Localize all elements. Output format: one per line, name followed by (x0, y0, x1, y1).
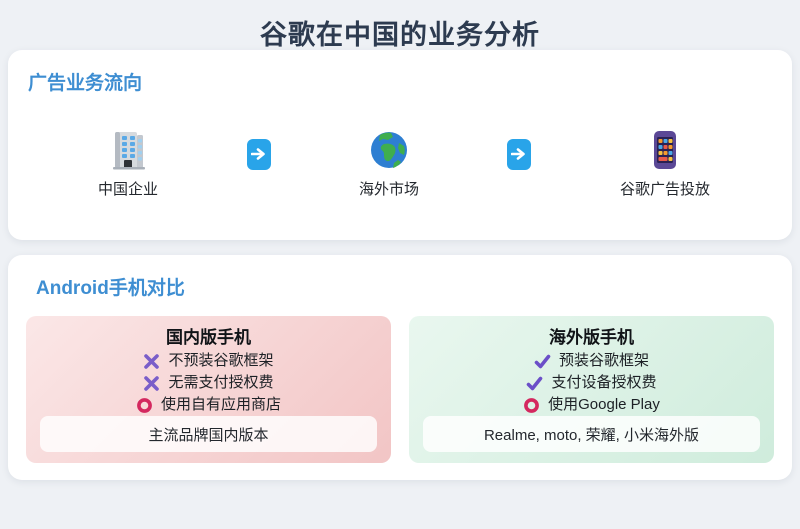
list-item: 支付设备授权费 (423, 372, 760, 394)
domestic-footer-box: 主流品牌国内版本 (40, 416, 377, 452)
list-item: 无需支付授权费 (40, 372, 377, 394)
android-compare-heading: Android手机对比 (36, 278, 185, 299)
cross-icon (144, 375, 160, 391)
domestic-phone-title: 国内版手机 (166, 328, 251, 347)
list-item: 使用Google Play (423, 394, 760, 416)
list-item-text: 使用Google Play (548, 396, 660, 413)
list-item-text: 使用自有应用商店 (160, 396, 281, 413)
check-icon (534, 354, 551, 368)
list-item: 不预装谷歌框架 (40, 350, 377, 372)
right-arrow-icon (246, 138, 271, 170)
ad-flow-card: 广告业务流向 中国企业 海外市场 谷歌广告投放 (8, 50, 792, 240)
flow-step-label: 谷歌广告投放 (619, 181, 710, 198)
flow-step-overseas-market: 海外市场 (359, 129, 419, 199)
list-item-text: 无需支付授权费 (168, 374, 274, 391)
page-title: 谷歌在中国的业务分析 (260, 20, 540, 50)
cross-icon (144, 353, 160, 369)
ad-flow-heading: 广告业务流向 (28, 73, 143, 94)
flow-step-label: 中国企业 (98, 181, 159, 198)
list-item-text: 预装谷歌框架 (558, 352, 649, 369)
globe-icon (370, 132, 407, 168)
ad-phone-icon (653, 131, 676, 169)
right-arrow-icon (507, 138, 532, 170)
check-icon (527, 376, 543, 390)
flow-step-google-ads: 谷歌广告投放 (620, 129, 710, 199)
compare-row: 国内版手机 不预装谷歌框架 无需支付授权费 使用自有应用商店 主流品牌国内版本 … (26, 316, 774, 463)
overseas-phone-title: 海外版手机 (549, 328, 634, 347)
flow-step-china-company: 中国企业 (98, 129, 158, 199)
circle-icon (137, 397, 152, 413)
overseas-phone-card: 海外版手机 预装谷歌框架 支付设备授权费 使用Google Play Realm… (409, 316, 774, 463)
overseas-footer-box: Realme, moto, 荣耀, 小米海外版 (423, 416, 760, 452)
office-building-icon (113, 132, 145, 170)
android-compare-card: Android手机对比 国内版手机 不预装谷歌框架 无需支付授权费 使用自有应用… (8, 255, 792, 480)
list-item: 使用自有应用商店 (40, 394, 377, 416)
ad-flow-row: 中国企业 海外市场 谷歌广告投放 (28, 129, 772, 199)
list-item: 预装谷歌框架 (423, 350, 760, 372)
circle-icon (524, 397, 540, 413)
domestic-phone-card: 国内版手机 不预装谷歌框架 无需支付授权费 使用自有应用商店 主流品牌国内版本 (26, 316, 391, 463)
list-item-text: 不预装谷歌框架 (168, 352, 274, 369)
flow-step-label: 海外市场 (358, 181, 419, 198)
list-item-text: 支付设备授权费 (551, 374, 657, 391)
